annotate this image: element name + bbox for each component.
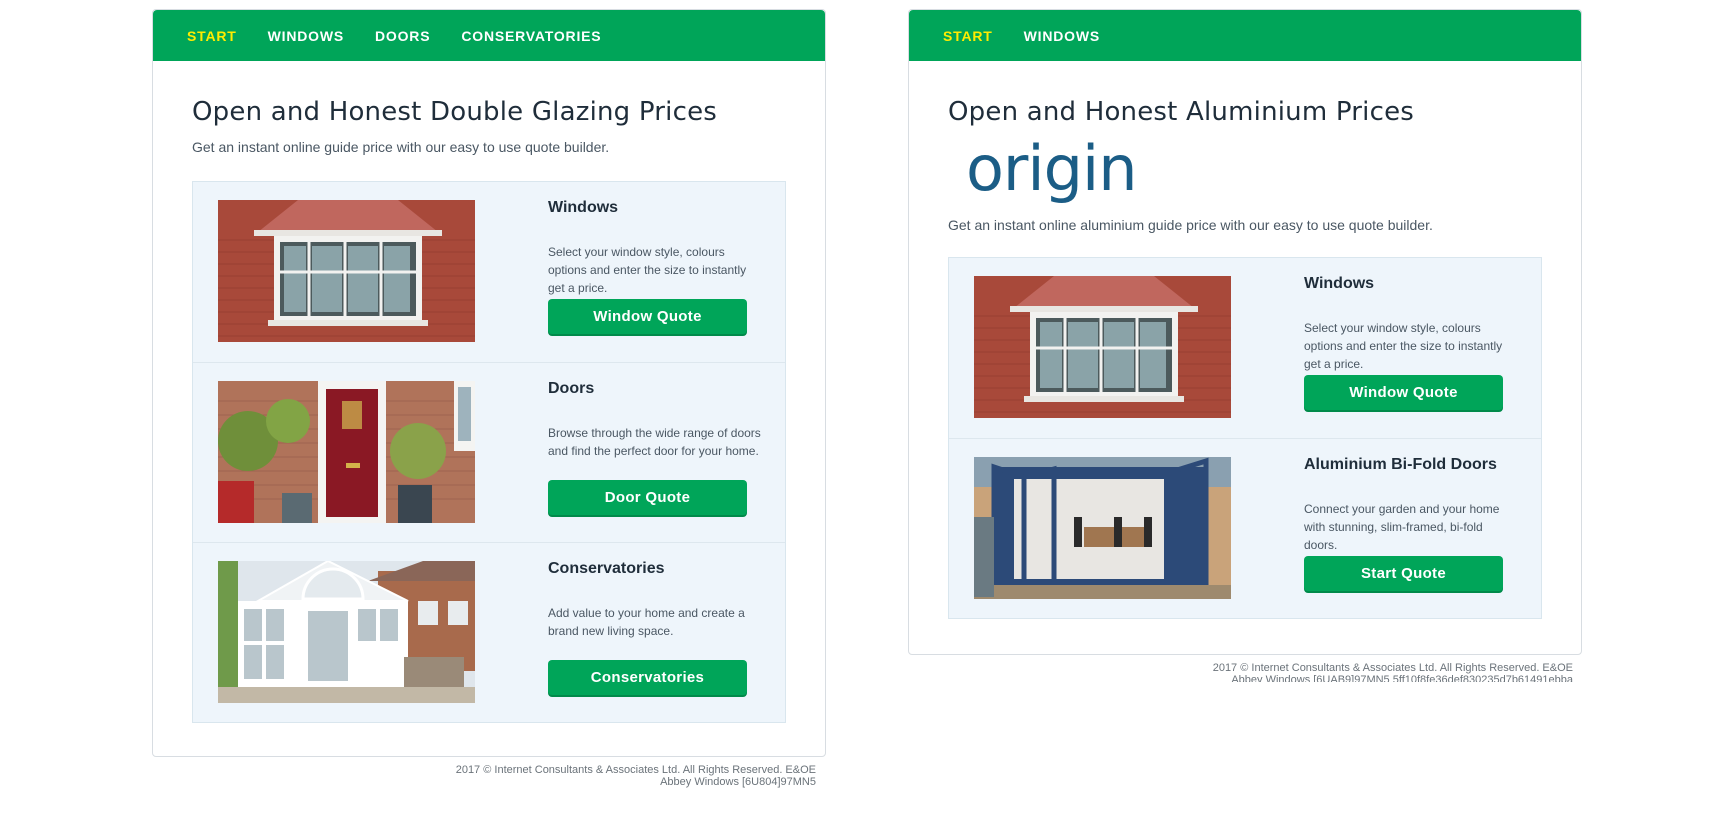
card-title: Doors [548,380,595,397]
window-quote-button[interactable]: Window Quote [548,299,747,334]
nav-start[interactable]: START [187,28,237,44]
footer-copyright: 2017 © Internet Consultants & Associates… [300,764,816,788]
origin-logo: origin [966,132,1138,205]
product-card-bifold-doors: Aluminium Bi-Fold Doors Connect your gar… [949,438,1541,618]
card-description: Select your window style, colours option… [548,245,747,295]
card-description: Browse through the wide range of doors a… [548,426,761,458]
product-card-doors: Doors Browse through the wide range of d… [193,362,785,542]
main-navbar: START WINDOWS DOORS CONSERVATORIES [153,10,825,61]
card-title: Aluminium Bi-Fold Doors [1304,456,1497,473]
card-description: Add value to your home and create a bran… [548,606,745,638]
product-card-list: Windows Select your window style, colour… [948,257,1542,619]
nav-windows[interactable]: WINDOWS [1024,28,1100,44]
copyright-line: 2017 © Internet Consultants & Associates… [1212,662,1573,674]
page-title: Open and Honest Aluminium Prices [948,97,1415,127]
product-card-conservatories: Conservatories Add value to your home an… [193,542,785,722]
nav-start[interactable]: START [943,28,993,44]
double-glazing-panel: START WINDOWS DOORS CONSERVATORIES Open … [152,9,826,757]
window-quote-button[interactable]: Window Quote [1304,375,1503,410]
product-card-list: Windows Select your window style, colour… [192,181,786,723]
bifold-doors-photo [974,457,1231,599]
bay-window-photo [974,276,1231,418]
conservatory-photo [218,561,475,703]
aluminium-panel: START WINDOWS Open and Honest Aluminium … [908,9,1582,655]
main-navbar: START WINDOWS [909,10,1581,61]
product-card-windows: Windows Select your window style, colour… [949,258,1541,438]
bay-window-photo [218,200,475,342]
copyright-line: 2017 © Internet Consultants & Associates… [455,764,816,776]
card-title: Conservatories [548,560,665,577]
nav-windows[interactable]: WINDOWS [268,28,344,44]
site-id-line: Abbey Windows [6U804]97MN5 [660,776,816,788]
card-title: Windows [548,199,619,216]
intro-text: Get an instant online aluminium guide pr… [948,217,1433,233]
site-id-line: Abbey Windows [6UAB9]97MN5 5ff10f8fe36de… [1231,674,1573,682]
card-title: Windows [1304,275,1375,292]
nav-doors[interactable]: DOORS [375,28,430,44]
card-description: Connect your garden and your home with s… [1304,502,1500,552]
intro-text: Get an instant online guide price with o… [192,139,610,155]
card-description: Select your window style, colours option… [1304,321,1503,371]
product-card-windows: Windows Select your window style, colour… [193,182,785,362]
door-quote-button[interactable]: Door Quote [548,480,747,515]
start-quote-button[interactable]: Start Quote [1304,556,1503,591]
conservatories-button[interactable]: Conservatories [548,660,747,695]
footer-copyright: 2017 © Internet Consultants & Associates… [1060,662,1573,682]
nav-conservatories[interactable]: CONSERVATORIES [461,28,601,44]
red-front-door-photo [218,381,475,523]
page-title: Open and Honest Double Glazing Prices [192,97,718,127]
